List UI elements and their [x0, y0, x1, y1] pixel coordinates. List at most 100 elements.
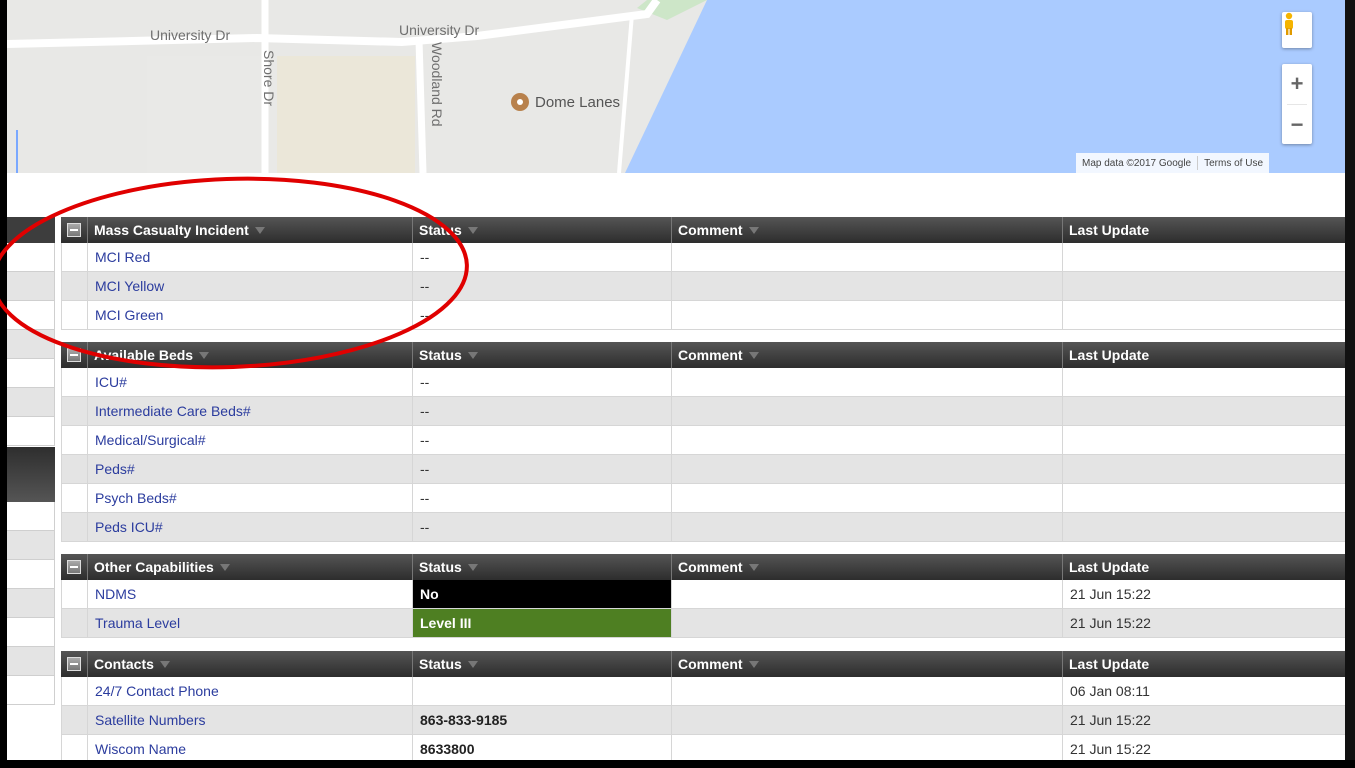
sort-arrow-icon[interactable]	[219, 563, 230, 571]
row-name-link[interactable]: Peds#	[88, 455, 413, 483]
column-header-status[interactable]: Status	[413, 217, 672, 243]
zoom-control: + −	[1282, 64, 1312, 144]
street-view-button[interactable]	[1282, 12, 1312, 48]
row-comment	[672, 243, 1063, 271]
row-status: --	[413, 397, 672, 425]
column-header-comment[interactable]: Comment	[672, 342, 1063, 368]
column-header-status[interactable]: Status	[413, 554, 672, 580]
right-border	[1345, 0, 1355, 768]
row-name-link[interactable]: MCI Red	[88, 243, 413, 271]
row-comment	[672, 580, 1063, 608]
column-header-comment[interactable]: Comment	[672, 554, 1063, 580]
table-row: Peds# --	[61, 455, 1345, 484]
collapse-icon[interactable]	[67, 657, 81, 671]
table-row: Intermediate Care Beds# --	[61, 397, 1345, 426]
row-name-link[interactable]: Psych Beds#	[88, 484, 413, 512]
row-name-link[interactable]: Peds ICU#	[88, 513, 413, 541]
sort-arrow-icon[interactable]	[159, 660, 170, 668]
row-name-link[interactable]: 24/7 Contact Phone	[88, 677, 413, 705]
row-updated	[1063, 272, 1345, 300]
row-updated: 21 Jun 15:22	[1070, 741, 1151, 757]
row-updated	[1063, 484, 1345, 512]
row-status: --	[413, 301, 672, 329]
row-name-link[interactable]: Trauma Level	[88, 609, 413, 637]
collapse-icon[interactable]	[67, 560, 81, 574]
column-header-last-update: Last Update	[1069, 347, 1150, 363]
sort-arrow-icon[interactable]	[748, 563, 759, 571]
row-comment	[672, 272, 1063, 300]
map-attribution: Map data ©2017 Google Terms of Use	[1076, 153, 1270, 173]
column-header-status[interactable]: Status	[413, 342, 672, 368]
zoom-out-button[interactable]: −	[1282, 105, 1312, 145]
column-header-last-update: Last Update	[1069, 656, 1150, 672]
sort-arrow-icon[interactable]	[748, 226, 759, 234]
row-name-link[interactable]: MCI Yellow	[88, 272, 413, 300]
beds-table: Available Beds Status Comment Last Updat…	[61, 342, 1345, 542]
row-comment	[672, 455, 1063, 483]
left-border	[0, 0, 7, 768]
row-updated	[1063, 513, 1345, 541]
column-header-name[interactable]: Available Beds	[88, 342, 413, 368]
column-header-last-update: Last Update	[1069, 222, 1150, 238]
map-data-label: Map data ©2017 Google	[1082, 157, 1192, 169]
table-header: Available Beds Status Comment Last Updat…	[61, 342, 1345, 368]
table-header: Other Capabilities Status Comment Last U…	[61, 554, 1345, 580]
sort-arrow-icon[interactable]	[748, 660, 759, 668]
sort-arrow-icon[interactable]	[467, 351, 478, 359]
collapse-icon[interactable]	[67, 223, 81, 237]
row-updated: 21 Jun 15:22	[1070, 615, 1151, 631]
sort-arrow-icon[interactable]	[199, 351, 210, 359]
row-name-link[interactable]: Satellite Numbers	[88, 706, 413, 734]
map-view[interactable]: University Dr University Dr Shore Dr Woo…	[7, 0, 1345, 173]
row-status	[413, 677, 672, 705]
row-name-link[interactable]: ICU#	[88, 368, 413, 396]
terms-link[interactable]: Terms of Use	[1198, 158, 1269, 169]
column-header-name[interactable]: Contacts	[88, 651, 413, 677]
status-badge: Level III	[413, 609, 672, 637]
column-header-comment[interactable]: Comment	[672, 651, 1063, 677]
sort-arrow-icon[interactable]	[467, 563, 478, 571]
pegman-icon	[1285, 12, 1293, 35]
table-row: Psych Beds# --	[61, 484, 1345, 513]
column-header-name[interactable]: Other Capabilities	[88, 554, 413, 580]
row-name-link[interactable]: Wiscom Name	[88, 735, 413, 763]
row-comment	[672, 368, 1063, 396]
status-badge: No	[413, 580, 672, 608]
mci-table: Mass Casualty Incident Status Comment La…	[61, 217, 1345, 330]
other-capabilities-table: Other Capabilities Status Comment Last U…	[61, 554, 1345, 638]
poi-dome-lanes[interactable]: Dome Lanes	[511, 93, 620, 111]
poi-label: Dome Lanes	[535, 93, 621, 111]
table-row: Peds ICU# --	[61, 513, 1345, 542]
row-comment	[672, 706, 1063, 734]
row-comment	[672, 484, 1063, 512]
row-updated: 21 Jun 15:22	[1070, 712, 1151, 728]
row-updated	[1063, 426, 1345, 454]
collapse-icon[interactable]	[67, 348, 81, 362]
row-name-link[interactable]: NDMS	[88, 580, 413, 608]
column-header-name[interactable]: Mass Casualty Incident	[88, 217, 413, 243]
zoom-in-button[interactable]: +	[1282, 64, 1312, 104]
row-updated: 21 Jun 15:22	[1070, 586, 1151, 602]
row-name-link[interactable]: MCI Green	[88, 301, 413, 329]
column-header-comment[interactable]: Comment	[672, 217, 1063, 243]
sort-arrow-icon[interactable]	[467, 226, 478, 234]
row-name-link[interactable]: Intermediate Care Beds#	[88, 397, 413, 425]
row-status: --	[413, 272, 672, 300]
row-status: 863-833-9185	[413, 706, 672, 734]
table-row: MCI Yellow --	[61, 272, 1345, 301]
table-row: Satellite Numbers 863-833-9185 21 Jun 15…	[61, 706, 1345, 735]
row-status: --	[413, 243, 672, 271]
sort-arrow-icon[interactable]	[748, 351, 759, 359]
row-name-link[interactable]: Medical/Surgical#	[88, 426, 413, 454]
row-status: --	[413, 426, 672, 454]
road-label: Shore Dr	[261, 50, 277, 107]
row-status: --	[413, 368, 672, 396]
table-row: NDMS No 21 Jun 15:22	[61, 580, 1345, 609]
column-header-status[interactable]: Status	[413, 651, 672, 677]
road-label: University Dr	[399, 22, 480, 38]
sort-arrow-icon[interactable]	[467, 660, 478, 668]
table-row: Trauma Level Level III 21 Jun 15:22	[61, 609, 1345, 638]
table-row: 24/7 Contact Phone 06 Jan 08:11	[61, 677, 1345, 706]
sort-arrow-icon[interactable]	[254, 226, 265, 234]
column-header-last-update: Last Update	[1069, 559, 1150, 575]
